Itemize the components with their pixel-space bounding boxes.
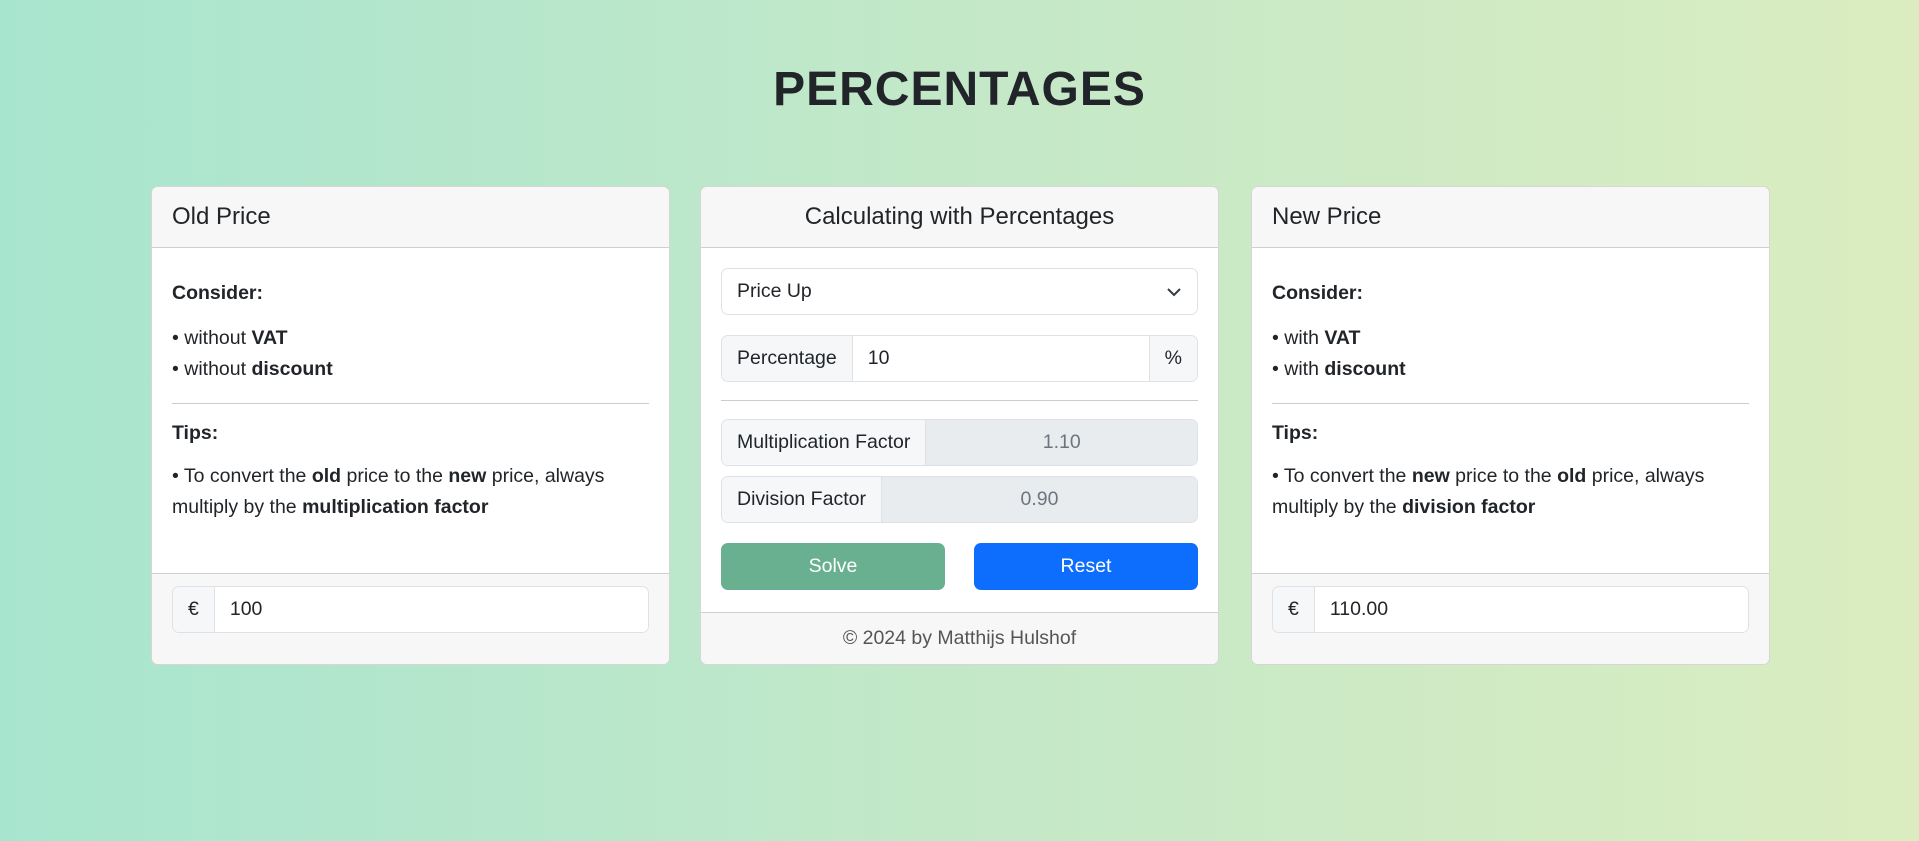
card-header: New Price — [1252, 187, 1769, 248]
euro-addon: € — [1273, 587, 1315, 632]
tips-heading: Tips: — [1272, 422, 1319, 444]
divider — [1272, 403, 1749, 404]
new-price-input[interactable]: € 110.00 — [1272, 586, 1749, 633]
chevron-down-icon — [1167, 287, 1181, 296]
card-header: Calculating with Percentages — [701, 187, 1218, 248]
solve-button[interactable]: Solve — [721, 543, 945, 590]
new-price-card: New Price Consider: • with VAT • with di… — [1251, 186, 1770, 665]
tip-text: • To convert the new price to the old pr… — [1272, 465, 1705, 518]
divider — [721, 400, 1198, 401]
old-price-card: Old Price Consider: • without VAT • with… — [151, 186, 670, 665]
copyright: © 2024 by Matthijs Hulshof — [701, 612, 1218, 664]
divider — [172, 403, 649, 404]
card-header: Old Price — [152, 187, 669, 248]
multiplication-factor-field: Multiplication Factor 1.10 — [721, 419, 1198, 466]
percentage-input[interactable]: Percentage 10 % — [721, 335, 1198, 382]
tips-heading: Tips: — [172, 422, 219, 444]
tip-text: • To convert the old price to the new pr… — [172, 465, 605, 518]
mode-select[interactable]: Price Up — [721, 268, 1198, 315]
list-item: • without VAT — [172, 327, 288, 349]
page-title: PERCENTAGES — [773, 63, 1146, 116]
reset-button[interactable]: Reset — [974, 543, 1198, 590]
list-item: • with discount — [1272, 358, 1406, 380]
calculator-card: Calculating with Percentages Price Up Pe… — [700, 186, 1219, 665]
list-item: • with VAT — [1272, 327, 1361, 349]
consider-heading: Consider: — [172, 282, 264, 304]
euro-addon: € — [173, 587, 215, 632]
division-factor-field: Division Factor 0.90 — [721, 476, 1198, 523]
consider-heading: Consider: — [1272, 282, 1364, 304]
list-item: • without discount — [172, 358, 333, 380]
old-price-input[interactable]: € 100 — [172, 586, 649, 633]
